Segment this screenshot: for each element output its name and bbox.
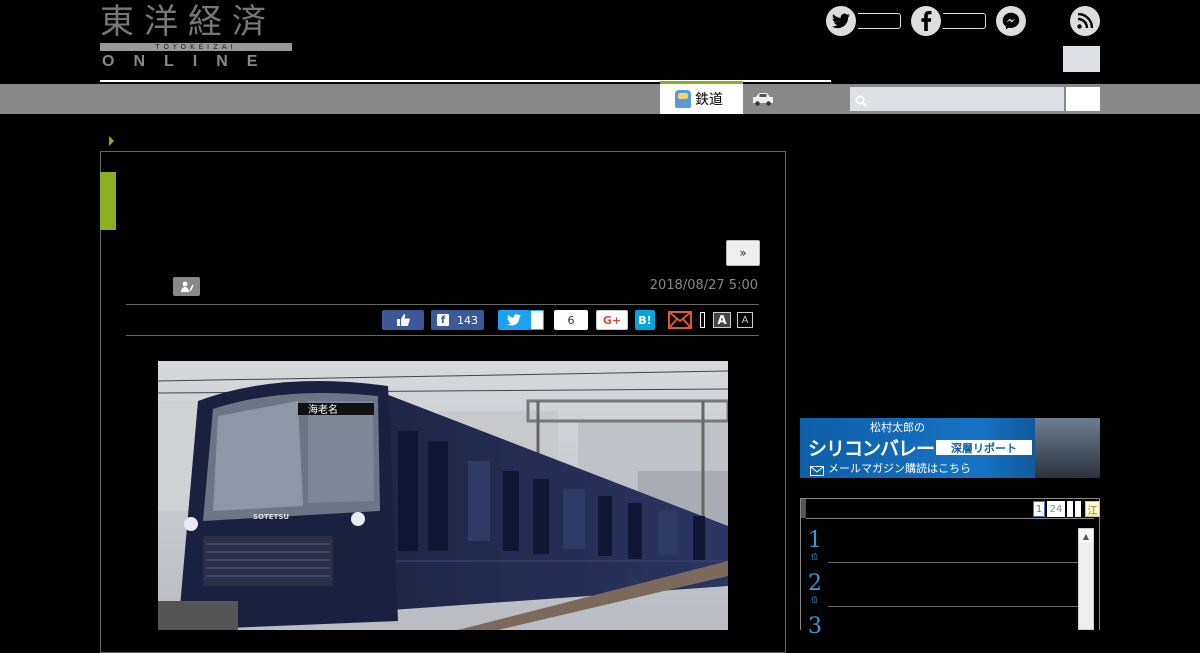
ranking-scrollbar[interactable] — [1078, 528, 1094, 630]
scroll-up-arrow-icon[interactable]: ▲ — [1079, 529, 1093, 543]
ranking-tab-weekly[interactable] — [1067, 501, 1073, 517]
rank-unit-2: 位 — [811, 596, 818, 604]
banner-tag: 深層リポート — [936, 440, 1032, 455]
rank-divider-2 — [828, 606, 1078, 607]
ranking-tab-24h[interactable]: 24 — [1047, 501, 1065, 517]
train-icon — [675, 90, 691, 108]
nav-tab-railway-label: 鉄道 — [695, 92, 723, 108]
article-title-accent — [100, 172, 116, 230]
twitter-icon — [507, 314, 521, 326]
mail-share-button[interactable] — [668, 311, 692, 329]
rank-divider-1 — [828, 562, 1078, 563]
rank-number-2: 2 — [808, 571, 822, 596]
article-main-photo: 海老名 SOTETSU — [158, 361, 728, 630]
facebook-share-button[interactable]: f 143 — [431, 310, 484, 330]
twitter-share-button[interactable] — [498, 310, 530, 330]
font-size-small-button[interactable]: A — [737, 312, 753, 328]
ranking-tab-1h[interactable]: 1 — [1033, 501, 1045, 517]
facebook-icon[interactable] — [911, 6, 941, 36]
facebook-like-button[interactable] — [382, 310, 424, 330]
print-button[interactable] — [700, 312, 705, 328]
hatena-bookmark-count[interactable]: 6 — [554, 310, 588, 330]
site-logo-subtitle: TOYOKEIZAI — [155, 43, 237, 51]
nav-tab-auto[interactable] — [752, 91, 774, 106]
thumbs-up-icon — [396, 314, 410, 326]
twitter-follow-count[interactable] — [858, 13, 901, 29]
facebook-like-count[interactable] — [943, 13, 986, 29]
ranking-tab-special[interactable]: 江 — [1085, 501, 1100, 517]
nav-tab-railway[interactable]: 鉄道 — [660, 84, 743, 114]
banner-cta[interactable]: メールマガジン購読はこちら — [828, 460, 971, 476]
banner-headline: シリコンバレー — [808, 438, 935, 460]
breadcrumb-arrow-icon — [109, 136, 114, 146]
search-button[interactable] — [1066, 87, 1100, 111]
facebook-icon: f — [437, 314, 449, 326]
destination-sign: 海老名 — [308, 403, 338, 416]
site-logo-title[interactable]: 東洋経済 — [100, 2, 292, 42]
search-input[interactable] — [850, 87, 1064, 111]
hatena-bookmark-button[interactable]: B! — [635, 310, 655, 330]
twitter-icon[interactable] — [826, 6, 856, 36]
train-brand-label: SOTETSU — [253, 513, 289, 521]
publish-date: 2018/08/27 5:00 — [649, 278, 758, 293]
site-logo-online[interactable]: ONLINE — [102, 53, 292, 71]
login-button[interactable] — [1063, 46, 1100, 72]
mail-icon — [810, 461, 824, 476]
font-size-large-button[interactable]: A — [713, 312, 731, 328]
google-plus-button[interactable]: G+ — [596, 310, 628, 330]
search-icon — [855, 92, 867, 107]
banner-author-name: 松村太郎の — [870, 421, 925, 434]
facebook-share-count: 143 — [457, 313, 478, 327]
ranking-tab-monthly[interactable] — [1075, 501, 1081, 517]
banner-author-photo — [1035, 418, 1100, 478]
messenger-icon[interactable] — [996, 6, 1026, 36]
ranking-header-accent — [801, 499, 806, 518]
next-page-button[interactable]: » — [726, 240, 760, 266]
share-bar-top-divider — [126, 304, 759, 305]
author-icon[interactable] — [173, 277, 200, 296]
ranking-header-divider — [806, 518, 1094, 519]
rank-unit-1: 位 — [811, 553, 818, 561]
rank-number-3: 3 — [808, 614, 822, 639]
car-icon — [753, 93, 773, 106]
rank-number-1: 1 — [808, 528, 822, 553]
mail-icon — [668, 311, 692, 329]
share-bar-bottom-divider — [126, 335, 759, 336]
twitter-share-count[interactable] — [530, 310, 544, 330]
rss-icon[interactable] — [1070, 6, 1100, 36]
